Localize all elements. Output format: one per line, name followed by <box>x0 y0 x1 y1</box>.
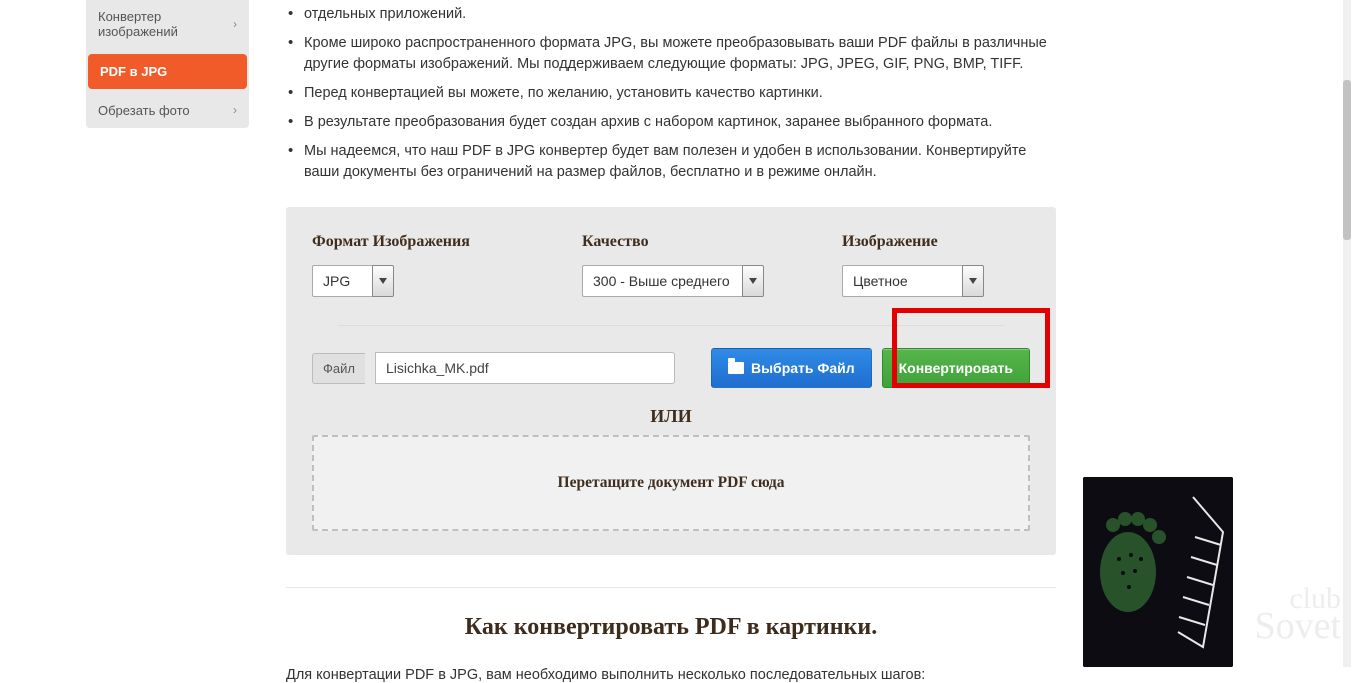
convert-label: Конвертировать <box>899 360 1013 376</box>
chevron-right-icon: › <box>233 103 237 117</box>
dropdown-button[interactable] <box>742 265 764 297</box>
secondary-scrollbar-thumb[interactable] <box>1343 80 1351 240</box>
format-value: JPG <box>312 265 372 297</box>
divider <box>338 325 1004 326</box>
field-image-mode: Изображение Цветное <box>842 233 1002 297</box>
dropdown-button[interactable] <box>372 265 394 297</box>
howto-heading: Как конвертировать PDF в картинки. <box>286 614 1056 641</box>
format-label: Формат Изображения <box>312 233 522 251</box>
field-format: Формат Изображения JPG <box>312 233 522 297</box>
file-label: Файл <box>312 353 365 384</box>
image-mode-label: Изображение <box>842 233 1002 251</box>
dropzone-text: Перетащите документ PDF сюда <box>558 474 785 492</box>
sidebar-item-pdf-to-jpg[interactable]: PDF в JPG <box>88 54 247 89</box>
main-content: отдельных приложений. Кроме широко распр… <box>286 0 1056 683</box>
convert-button[interactable]: Конвертировать <box>882 348 1030 388</box>
chevron-down-icon <box>379 278 387 284</box>
choose-file-label: Выбрать Файл <box>751 360 855 376</box>
secondary-scrollbar-track[interactable] <box>1343 0 1351 667</box>
sidebar-item-label: PDF в JPG <box>100 64 167 79</box>
sidebar-item-image-converter[interactable]: Конвертер изображений › <box>86 0 249 50</box>
folder-open-icon <box>728 362 744 374</box>
dropdown-button[interactable] <box>962 265 984 297</box>
feature-item: Перед конвертацией вы можете, по желанию… <box>286 79 1056 108</box>
howto-intro: Для конвертации PDF в JPG, вам необходим… <box>286 667 1056 683</box>
quality-value: 300 - Выше среднего <box>582 265 742 297</box>
dropzone[interactable]: Перетащите документ PDF сюда <box>312 435 1030 531</box>
sidebar-item-label: Обрезать фото <box>98 103 190 118</box>
image-mode-value: Цветное <box>842 265 962 297</box>
chevron-down-icon <box>749 278 757 284</box>
thumbnail-image <box>1083 477 1233 667</box>
choose-file-button[interactable]: Выбрать Файл <box>711 348 872 388</box>
chevron-down-icon <box>969 278 977 284</box>
feature-item: В результате преобразования будет создан… <box>286 108 1056 137</box>
feature-item: Кроме широко распространенного формата J… <box>286 29 1056 79</box>
or-label: ИЛИ <box>312 406 1030 427</box>
sidebar-item-crop-photo[interactable]: Обрезать фото › <box>86 93 249 128</box>
section-divider <box>286 587 1056 588</box>
feature-item: отдельных приложений. <box>286 0 1056 29</box>
converter-panel: Формат Изображения JPG Качество 300 - Вы… <box>286 207 1056 555</box>
quality-label: Качество <box>582 233 782 251</box>
field-quality: Качество 300 - Выше среднего <box>582 233 782 297</box>
file-name-display: Lisichka_MK.pdf <box>375 352 675 384</box>
sidebar: Конвертер изображений › PDF в JPG Обреза… <box>86 0 249 128</box>
image-mode-select[interactable]: Цветное <box>842 265 984 297</box>
feature-item: Мы надеемся, что наш PDF в JPG конвертер… <box>286 137 1056 187</box>
quality-select[interactable]: 300 - Выше среднего <box>582 265 764 297</box>
format-select[interactable]: JPG <box>312 265 394 297</box>
feature-list: отдельных приложений. Кроме широко распр… <box>286 0 1056 187</box>
sidebar-item-label: Конвертер изображений <box>98 10 233 40</box>
chevron-right-icon: › <box>233 18 237 32</box>
